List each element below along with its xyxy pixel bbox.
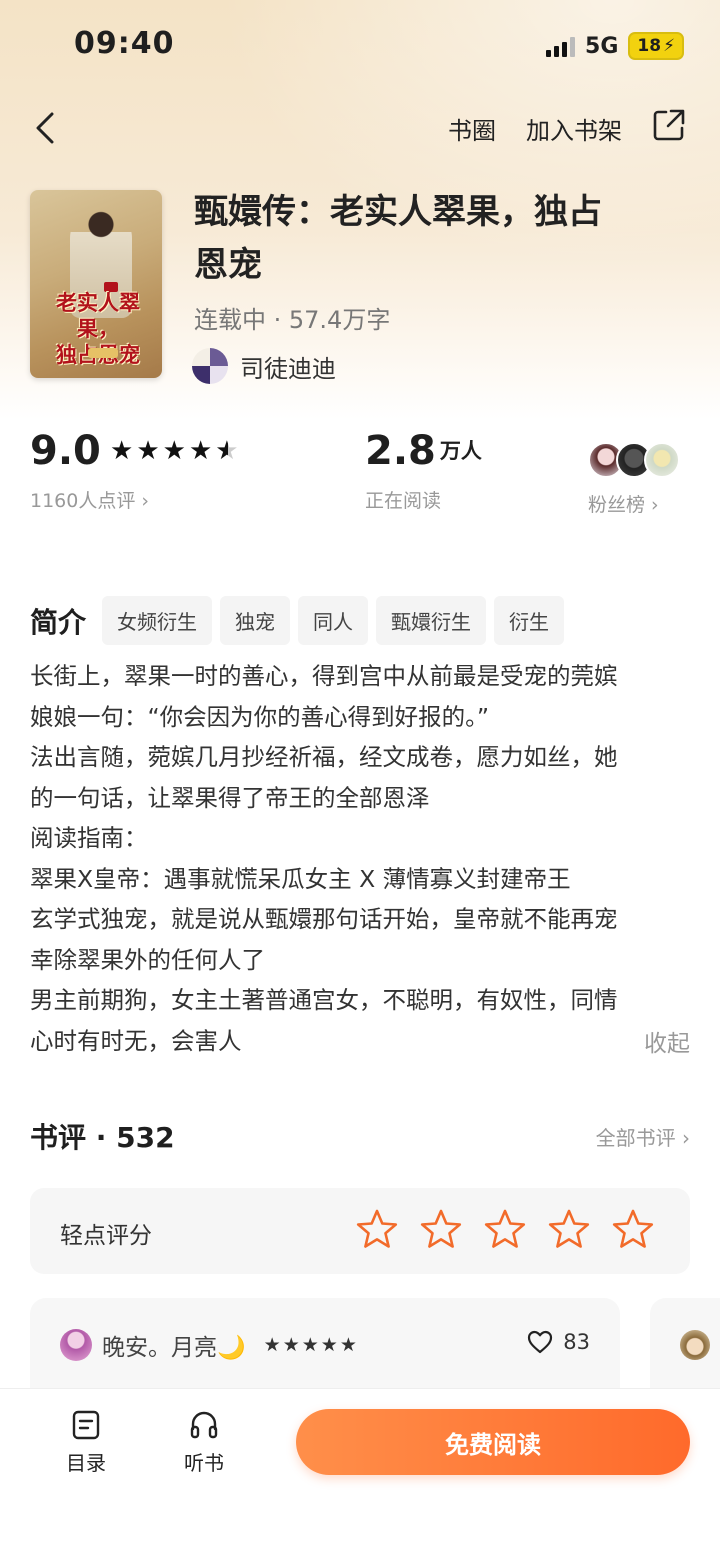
fans-rank-link: 粉丝榜 › <box>588 494 659 516</box>
headphones-icon <box>190 1411 218 1439</box>
intro-line: 的一句话，让翠果得了帝王的全部恩泽 <box>30 783 430 812</box>
book-cover[interactable]: 老实人翠果， 独占恩宠 <box>30 190 162 378</box>
book-meta: 连载中 · 57.4万字 <box>194 306 391 334</box>
catalog-icon <box>72 1410 100 1440</box>
review-stars: ★ ★ ★ ★ ★ <box>264 1334 357 1356</box>
collapse-button[interactable]: 收起 <box>644 1024 690 1058</box>
readers-block: 2.8 万人 正在阅读 <box>365 428 482 513</box>
review-avatar <box>60 1329 92 1361</box>
intro-line: 阅读指南： <box>30 824 148 852</box>
all-reviews-link[interactable]: 全部书评 › <box>596 1122 690 1151</box>
chevron-left-icon <box>36 112 54 144</box>
rate-box: 轻点评分 <box>30 1188 690 1274</box>
intro-line: 翠果X皇帝：遇事就慌呆瓜女主 X 薄情寡义封建帝王 <box>30 864 571 893</box>
share-icon <box>653 109 685 141</box>
review-username: 晚安。月亮🌙 <box>102 1335 246 1361</box>
star-icon: ★ <box>263 1334 281 1356</box>
cover-badge <box>88 348 118 358</box>
star-icon: ★ <box>282 1334 300 1356</box>
star-icon: ★ <box>320 1334 338 1356</box>
intro-line: 法出言随，菀嫔几月抄经祈福，经文成卷，愿力如丝，她 <box>30 743 618 771</box>
toc-label: 目录 <box>66 1451 106 1475</box>
book-title-line2: 恩宠 <box>194 245 262 285</box>
author-link[interactable]: 司徒迪迪 <box>192 348 336 384</box>
share-button[interactable] <box>652 108 686 148</box>
intro-line: 男主前期狗，女主土著普通宫女，不聪明，有奴性，同情 <box>30 986 618 1014</box>
battery-icon: 18 ⚡ <box>628 32 684 60</box>
star-outline-icon[interactable] <box>548 1208 590 1250</box>
readers-number: 2.8 <box>365 428 436 474</box>
star-icon: ★ <box>136 436 160 466</box>
rating-count: 1160人点评 › <box>30 490 149 512</box>
star-icon: ★ <box>301 1334 319 1356</box>
like-count: 83 <box>563 1330 590 1354</box>
cover-title-line1: 老实人翠果， <box>56 290 140 341</box>
add-to-shelf-link[interactable]: 加入书架 <box>526 111 622 146</box>
star-outline-icon[interactable] <box>612 1208 654 1250</box>
listen-button[interactable]: 听书 <box>184 1409 224 1476</box>
bottom-bar: 目录 听书 免费阅读 <box>0 1388 720 1558</box>
toc-button[interactable]: 目录 <box>66 1409 106 1476</box>
star-icon: ★ <box>162 436 186 466</box>
star-outline-icon[interactable] <box>484 1208 526 1250</box>
review-user: 晚安。月亮🌙 ★ ★ ★ ★ ★ <box>60 1328 357 1362</box>
tag[interactable]: 同人 <box>298 596 369 645</box>
intro-line: 幸除翠果外的任何人了 <box>30 945 265 974</box>
fans-block[interactable]: 粉丝榜 › <box>588 442 680 517</box>
author-name: 司徒迪迪 <box>240 354 336 383</box>
status-indicators: 5G 18 ⚡ <box>546 32 684 60</box>
intro-header: 简介 女频衍生 独宠 同人 甄嬛衍生 衍生 <box>30 596 565 645</box>
network-label: 5G <box>585 33 619 59</box>
half-star-icon: ★ <box>215 436 239 466</box>
stats-row: 9.0 ★ ★ ★ ★ ★ 1160人点评 › 2.8 万人 正在阅读 粉丝榜 › <box>0 428 720 528</box>
fan-avatar <box>644 442 680 478</box>
tag[interactable]: 衍生 <box>494 596 565 645</box>
rate-stars <box>356 1208 654 1250</box>
reviews-header: 书评 · 532 <box>30 1121 175 1154</box>
intro-label: 简介 <box>30 605 87 639</box>
battery-level: 18 <box>637 36 662 56</box>
readers-label: 正在阅读 <box>365 490 442 512</box>
intro-line: 长街上，翠果一时的善心，得到宫中从前最是受宠的莞嫔 <box>30 662 618 690</box>
star-icon: ★ <box>339 1334 357 1356</box>
star-icon: ★ <box>188 436 213 466</box>
listen-label: 听书 <box>184 1451 224 1475</box>
free-read-button[interactable]: 免费阅读 <box>296 1409 690 1475</box>
status-time: 09:40 <box>74 26 175 61</box>
intro-line: 心时有时无，会害人 <box>30 1026 242 1055</box>
book-title: 甄嬛传：老实人翠果，独占 恩宠 <box>194 186 664 292</box>
tag[interactable]: 女频衍生 <box>102 596 213 645</box>
like-button[interactable]: 83 <box>527 1330 590 1354</box>
intro-text: 长街上，翠果一时的善心，得到宫中从前最是受宠的莞嫔 娘娘一句：“你会因为你的善心… <box>30 656 692 1061</box>
intro-line: 娘娘一句：“你会因为你的善心得到好报的。” <box>30 702 490 731</box>
fan-avatars <box>588 442 680 478</box>
star-outline-icon[interactable] <box>356 1208 398 1250</box>
score-stars: ★ ★ ★ ★ ★ <box>110 438 239 464</box>
author-avatar <box>192 348 228 384</box>
signal-icon <box>546 35 576 57</box>
back-button[interactable] <box>30 108 62 148</box>
star-outline-icon[interactable] <box>420 1208 462 1250</box>
top-nav-actions: 书圈 加入书架 <box>448 108 686 148</box>
intro-line: 玄学式独宠，就是说从甄嬛那句话开始，皇帝就不能再宠 <box>30 905 618 933</box>
tag-list: 女频衍生 独宠 同人 甄嬛衍生 衍生 <box>102 596 565 645</box>
book-title-line1: 甄嬛传：老实人翠果，独占 <box>194 192 602 232</box>
rate-label: 轻点评分 <box>60 1223 152 1249</box>
readers-unit: 万人 <box>439 439 482 463</box>
score-block[interactable]: 9.0 ★ ★ ★ ★ ★ 1160人点评 › <box>30 428 239 513</box>
book-circle-link[interactable]: 书圈 <box>448 111 496 146</box>
heart-icon <box>528 1330 553 1354</box>
star-icon: ★ <box>110 436 134 466</box>
tag[interactable]: 甄嬛衍生 <box>376 596 487 645</box>
review-avatar <box>680 1330 710 1360</box>
tag[interactable]: 独宠 <box>220 596 291 645</box>
